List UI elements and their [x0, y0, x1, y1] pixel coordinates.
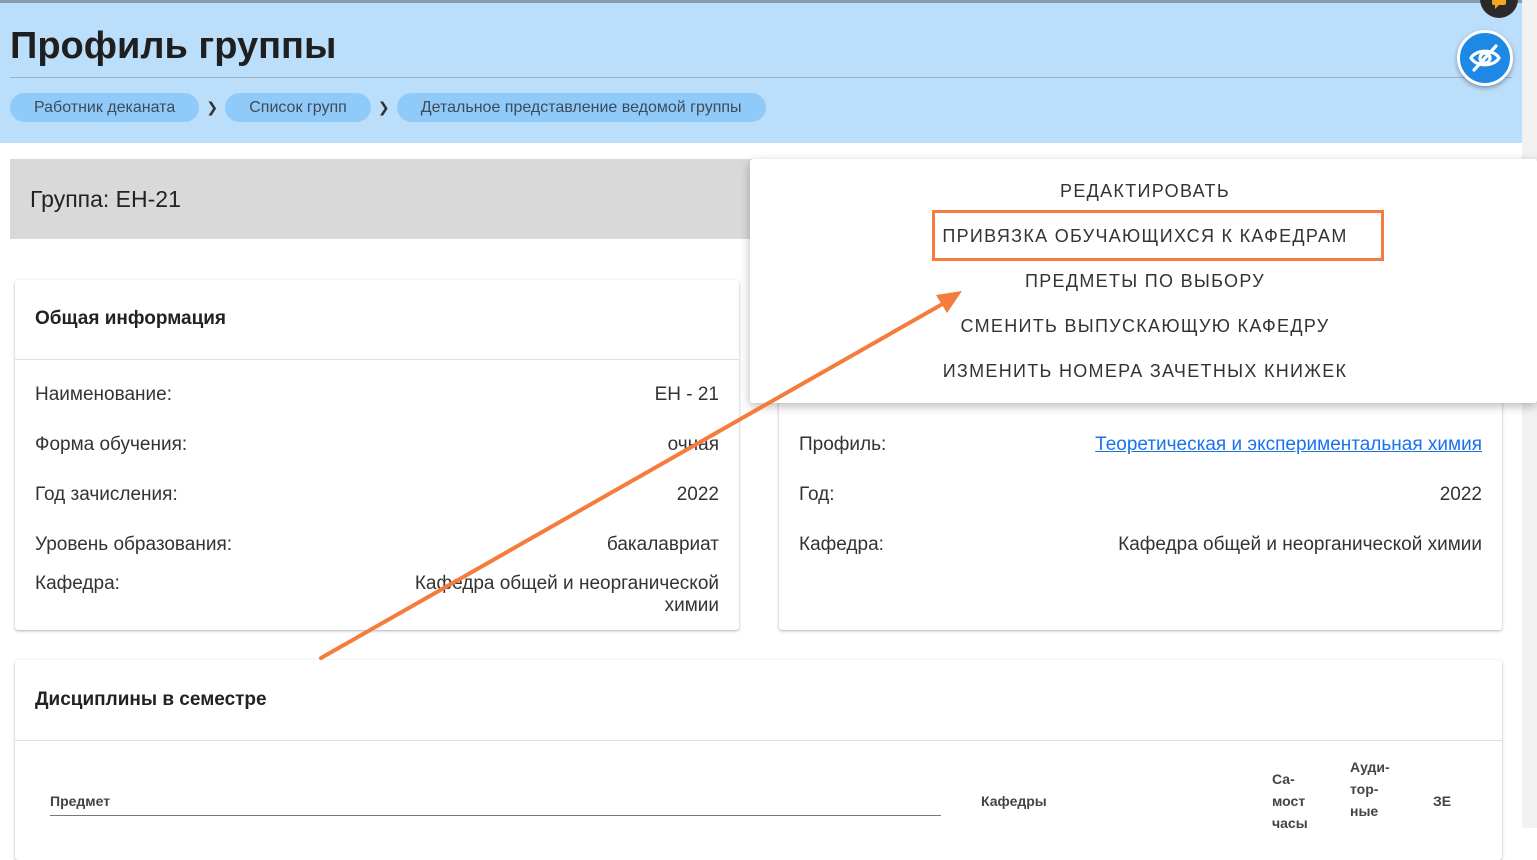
department-label: Кафедра: — [799, 534, 884, 555]
page-title: Профиль группы — [10, 25, 337, 67]
info-value-department-line1: Кафедра общей и неорганической — [414, 573, 719, 594]
page-header: Профиль группы Работник деканата ❯ Списо… — [0, 0, 1522, 143]
column-header-self-hours-line: Са- — [1272, 771, 1295, 787]
info-value-department-line2: химии — [664, 595, 719, 616]
info-value-study-form: очная — [667, 434, 719, 455]
column-header-aud-hours-line: Ауди- — [1350, 759, 1390, 775]
profile-label: Профиль: — [799, 434, 887, 455]
visibility-toggle-button[interactable] — [1457, 30, 1513, 86]
highlight-box — [932, 210, 1384, 261]
actions-menu: Редактировать Привязка обучающихся к каф… — [750, 159, 1537, 403]
menu-item-edit[interactable]: Редактировать — [750, 181, 1537, 202]
column-header-credits[interactable]: ЗЕ — [1433, 793, 1451, 809]
column-header-aud-hours-line: ные — [1350, 803, 1379, 819]
menu-item-change-graduating-dept[interactable]: Сменить выпускающую кафедру — [750, 316, 1537, 337]
year-value: 2022 — [1439, 484, 1482, 505]
chat-icon — [1492, 0, 1506, 9]
card-divider — [15, 359, 739, 360]
column-header-aud-hours[interactable]: Ауди- тор- ные — [1350, 756, 1390, 822]
column-header-self-hours[interactable]: Са- мост часы — [1272, 768, 1308, 834]
eye-off-icon — [1469, 44, 1501, 72]
year-label: Год: — [799, 484, 835, 505]
info-label-edu-level: Уровень образования: — [35, 534, 233, 555]
column-header-self-hours-line: часы — [1272, 815, 1308, 831]
column-header-subject[interactable]: Предмет — [50, 793, 110, 809]
breadcrumb: Работник деканата ❯ Список групп ❯ Детал… — [10, 92, 766, 122]
department-value: Кафедра общей и неорганической химии — [1118, 534, 1482, 555]
breadcrumb-item-group-list[interactable]: Список групп — [225, 92, 371, 122]
title-divider — [10, 77, 1512, 78]
profile-link[interactable]: Теоретическая и экспериментальная химия — [1095, 434, 1482, 456]
column-header-underline — [50, 815, 941, 816]
column-header-aud-hours-line: тор- — [1350, 781, 1379, 797]
general-info-title: Общая информация — [35, 308, 227, 329]
column-header-departments[interactable]: Кафедры — [981, 793, 1047, 809]
group-title: Группа: ЕН-21 — [30, 186, 181, 212]
menu-item-change-record-book-numbers[interactable]: Изменить номера зачетных книжек — [750, 361, 1537, 382]
page-scrollbar[interactable] — [1522, 0, 1537, 828]
info-label-study-form: Форма обучения: — [35, 434, 188, 455]
group-title-bar: Группа: ЕН-21 — [10, 159, 755, 239]
menu-item-elective-subjects[interactable]: Предметы по выбору — [750, 271, 1537, 292]
general-info-card: Общая информация Наименование: ЕН - 21 Ф… — [15, 280, 739, 630]
card-divider — [15, 740, 1502, 741]
breadcrumb-separator-icon: ❯ — [206, 98, 219, 115]
info-value-name: ЕН - 21 — [654, 384, 719, 405]
info-value-edu-level: бакалавриат — [606, 534, 719, 555]
info-label-name: Наименование: — [35, 384, 172, 405]
info-label-department: Кафедра: — [35, 573, 120, 594]
disciplines-title: Дисциплины в семестре — [35, 689, 267, 710]
breadcrumb-item-dean-worker[interactable]: Работник деканата — [10, 92, 200, 122]
column-header-self-hours-line: мост — [1272, 793, 1306, 809]
breadcrumb-separator-icon: ❯ — [377, 98, 390, 115]
info-value-enroll-year: 2022 — [676, 484, 719, 505]
info-label-enroll-year: Год зачисления: — [35, 484, 178, 505]
breadcrumb-item-group-detail[interactable]: Детальное представление ведомой группы — [396, 92, 766, 122]
